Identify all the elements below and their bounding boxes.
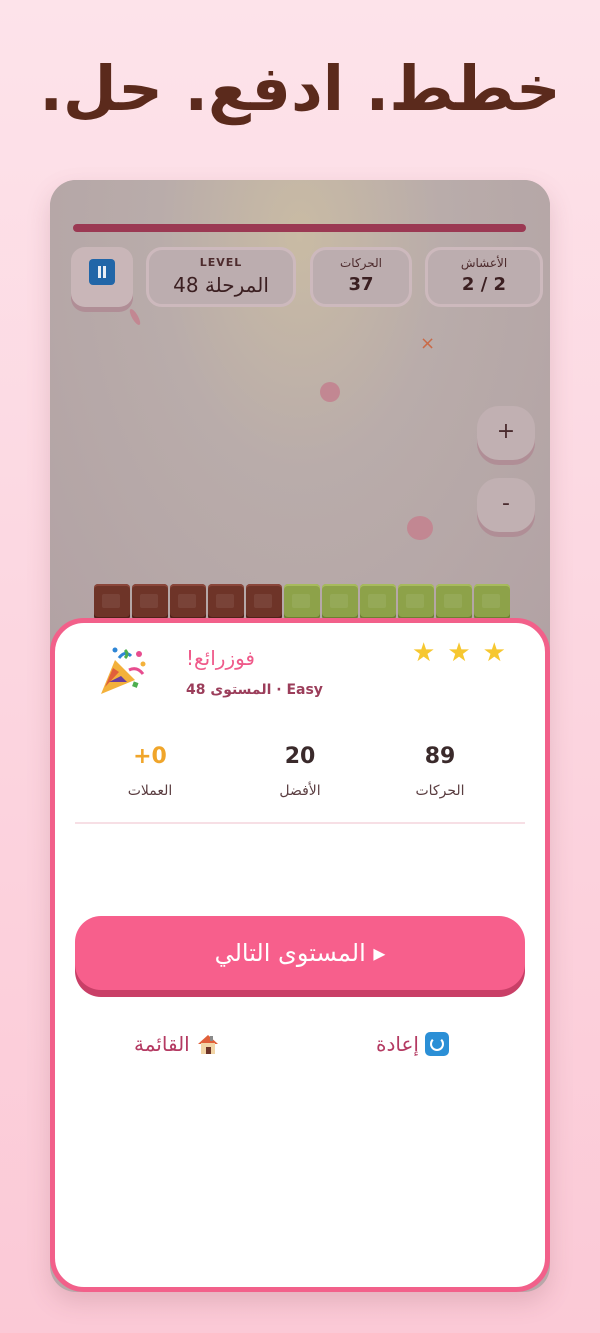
- star-rating: ★ ★ ★: [412, 640, 506, 666]
- chocolate-block[interactable]: [208, 584, 244, 620]
- retry-label: إعادة: [376, 1032, 419, 1056]
- grass-block[interactable]: [398, 584, 434, 620]
- best-summary-label: الأفضل: [279, 783, 321, 799]
- best-summary-value: 20: [284, 744, 316, 769]
- retry-icon: [424, 1032, 449, 1056]
- grass-value: 2 / 2: [461, 274, 507, 295]
- grass-block[interactable]: [360, 584, 396, 620]
- chocolate-block[interactable]: [246, 584, 282, 620]
- zoom-in-button[interactable]: +: [477, 406, 535, 460]
- grass-block[interactable]: [436, 584, 472, 620]
- moves-caption: الحركات: [339, 256, 383, 270]
- pause-icon: [89, 259, 115, 285]
- star-icon: ★: [482, 638, 506, 668]
- moves-summary-label: الحركات: [415, 783, 465, 799]
- retry-button[interactable]: إعادة: [376, 1032, 449, 1056]
- close-mark-icon: ×: [420, 333, 436, 354]
- level-value: المرحلة 48: [173, 273, 269, 297]
- best-summary: 20 الأفضل: [230, 744, 370, 799]
- chocolate-block[interactable]: [170, 584, 206, 620]
- zoom-out-button[interactable]: -: [477, 478, 535, 532]
- pause-button[interactable]: [71, 247, 133, 307]
- star-icon: ★: [412, 638, 436, 668]
- grass-counter: الأعشاش 2 / 2: [425, 247, 543, 307]
- level-progress-bar: [73, 224, 526, 232]
- divider: [75, 822, 525, 824]
- grass-block[interactable]: [284, 584, 320, 620]
- home-icon: [197, 1035, 218, 1054]
- chocolate-block[interactable]: [94, 584, 130, 620]
- level-indicator: LEVEL المرحلة 48: [146, 247, 296, 307]
- level-difficulty-label: Easy · المستوى 48: [186, 682, 323, 698]
- star-icon: ★: [447, 638, 471, 668]
- petal-decoration: [320, 382, 340, 402]
- chocolate-block[interactable]: [132, 584, 168, 620]
- menu-label: القائمة: [134, 1032, 190, 1056]
- win-title: فوزرائع!: [186, 646, 255, 670]
- next-level-button[interactable]: ▸ المستوى التالي: [75, 916, 525, 990]
- grass-block[interactable]: [322, 584, 358, 620]
- menu-button[interactable]: القائمة: [134, 1032, 220, 1056]
- moves-value: 37: [348, 274, 374, 295]
- moves-summary: 89 الحركات: [370, 744, 510, 799]
- moves-summary-value: 89: [424, 744, 456, 769]
- party-popper-icon: [101, 647, 146, 694]
- coins-summary-label: العملات: [127, 783, 173, 799]
- coins-summary-value: +0: [133, 744, 167, 769]
- level-caption: LEVEL: [199, 256, 243, 269]
- coins-summary: +0 العملات: [80, 744, 220, 799]
- grass-block[interactable]: [474, 584, 510, 620]
- promo-headline: خطط. ادفع. حل.: [39, 52, 561, 125]
- block-row: [94, 584, 510, 620]
- grass-caption: الأعشاش: [460, 256, 508, 270]
- moves-counter: الحركات 37: [310, 247, 412, 307]
- petal-decoration: [407, 516, 433, 540]
